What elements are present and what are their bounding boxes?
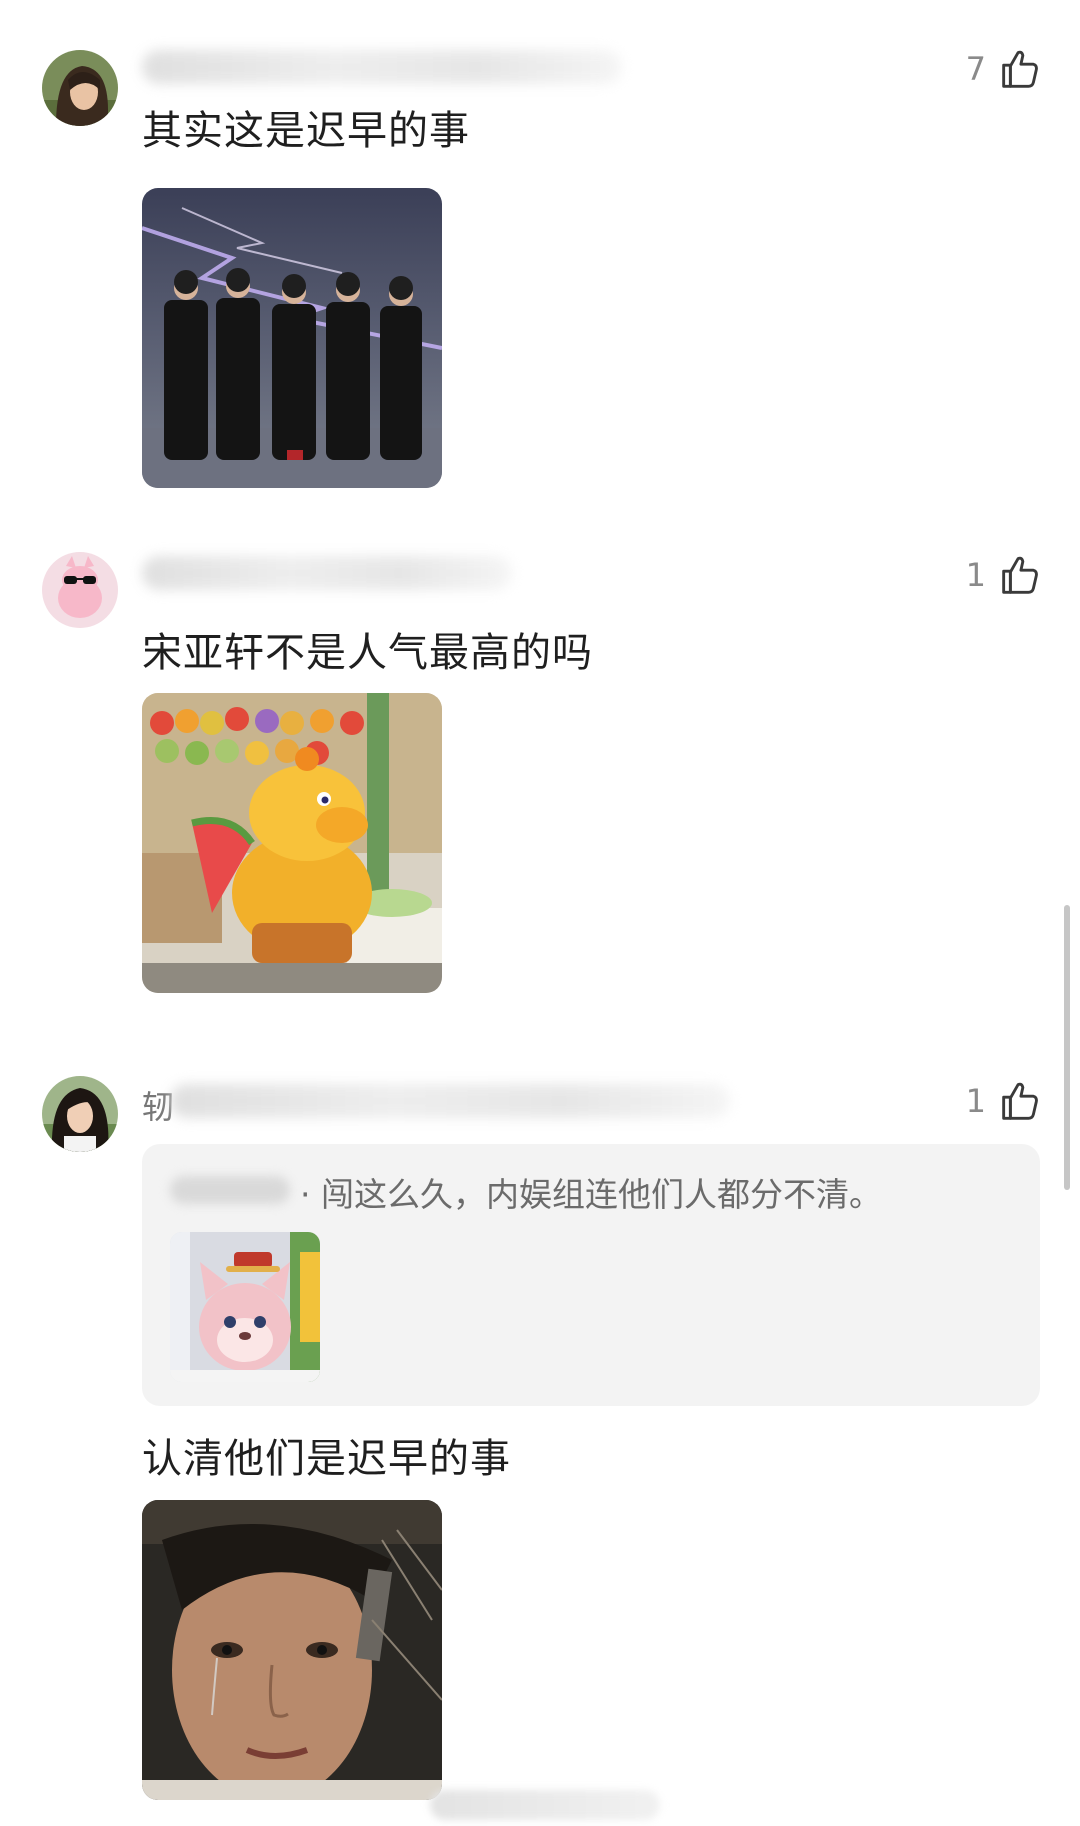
- pink-cartoon-sunglasses-avatar-icon: [42, 552, 118, 628]
- pink-fox-plush-image-icon: [170, 1232, 320, 1382]
- comment-text: 认清他们是迟早的事: [142, 1436, 511, 1482]
- thumbs-up-icon: [1002, 50, 1038, 88]
- avatar[interactable]: [42, 1076, 118, 1152]
- comment-image[interactable]: [142, 188, 442, 488]
- scrollbar[interactable]: [1064, 905, 1070, 1190]
- avatar[interactable]: [42, 50, 118, 126]
- quoted-username-blurred: [170, 1176, 290, 1204]
- woman-dark-hair-avatar-icon: [42, 1076, 118, 1152]
- username-blurred: [170, 1084, 730, 1118]
- like-button[interactable]: 1: [966, 1078, 1042, 1124]
- yellow-cartoon-duck-watermelon-image-icon: [142, 693, 442, 993]
- comment-image[interactable]: [142, 693, 442, 993]
- like-count: 1: [965, 556, 986, 594]
- quoted-image[interactable]: [170, 1232, 320, 1382]
- comment-text: 宋亚轩不是人气最高的吗: [142, 630, 593, 676]
- avatar[interactable]: [42, 552, 118, 628]
- like-button[interactable]: 1: [966, 552, 1042, 598]
- like-count: 7: [965, 50, 986, 88]
- quoted-reply[interactable]: · 闯这么久，内娱组连他们人都分不清。: [142, 1144, 1040, 1406]
- username-blurred: [142, 50, 622, 84]
- comment-text: 其实这是迟早的事: [142, 108, 470, 154]
- crying-girl-closeup-image-icon: [142, 1500, 442, 1800]
- quoted-text: · 闯这么久，内娱组连他们人都分不清。: [300, 1175, 882, 1214]
- thumbs-up-icon: [1002, 1082, 1038, 1120]
- watermark-blurred: [430, 1790, 660, 1820]
- group-walking-in-suits-image-icon: [142, 188, 442, 488]
- username-blurred: [142, 556, 512, 590]
- woman-portrait-avatar-icon: [42, 50, 118, 126]
- like-count: 1: [965, 1082, 986, 1120]
- thumbs-up-icon: [1002, 556, 1038, 594]
- like-button[interactable]: 7: [966, 46, 1042, 92]
- username-initial: 轫: [142, 1088, 175, 1126]
- comment-image[interactable]: [142, 1500, 442, 1800]
